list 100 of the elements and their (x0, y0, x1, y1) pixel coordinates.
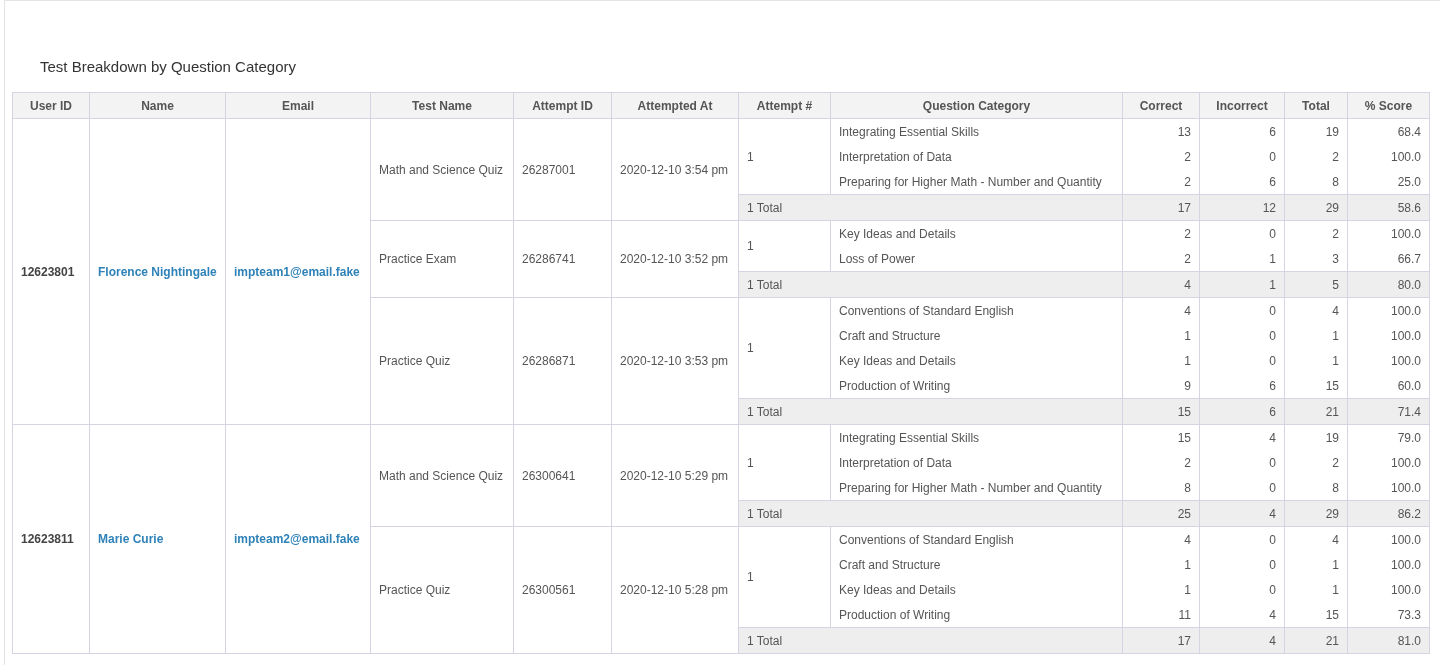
table-cell: 1 (1122, 323, 1200, 348)
table-cell: 4 (1284, 526, 1348, 552)
table-cell: 1 (738, 220, 831, 272)
table-cell: 17 (1122, 194, 1200, 221)
table-cell: 1 (738, 424, 831, 501)
subtotal-label: 1 Total (738, 500, 1123, 527)
subtotal-label: 1 Total (738, 271, 1123, 298)
table-cell: 4 (1284, 297, 1348, 323)
table-cell: 5 (1284, 271, 1348, 298)
table-cell: Interpretation of Data (830, 144, 1123, 169)
table-cell: 0 (1199, 577, 1285, 602)
table-cell: Practice Exam (370, 220, 514, 298)
table-cell: 0 (1199, 450, 1285, 475)
section-title: Test Breakdown by Question Category (39, 58, 297, 77)
table-cell: 1 (1199, 271, 1285, 298)
table-cell: 19 (1284, 424, 1348, 450)
table-cell: 21 (1284, 627, 1348, 654)
table-cell: 1 (1122, 552, 1200, 577)
table-cell: 100.0 (1347, 323, 1430, 348)
column-header: Attempt ID (513, 92, 612, 119)
table-cell: 0 (1199, 220, 1285, 246)
table-cell: Integrating Essential Skills (830, 424, 1123, 450)
table-cell: 79.0 (1347, 424, 1430, 450)
column-header: Total (1284, 92, 1348, 119)
table-cell: 26300561 (513, 526, 612, 654)
table-cell: 6 (1199, 118, 1285, 144)
table-cell: 2 (1284, 450, 1348, 475)
table-cell: 6 (1199, 398, 1285, 425)
user-name-link[interactable]: Marie Curie (98, 532, 164, 546)
subtotal-label: 1 Total (738, 398, 1123, 425)
table-cell: 0 (1199, 297, 1285, 323)
table-cell: Practice Quiz (370, 297, 514, 425)
table-cell: 4 (1199, 627, 1285, 654)
email-link[interactable]: impteam1@email.fake (234, 264, 360, 279)
table-cell: 2 (1284, 220, 1348, 246)
table-cell: Interpretation of Data (830, 450, 1123, 475)
column-header: Attempt # (738, 92, 831, 119)
table-cell: 29 (1284, 500, 1348, 527)
column-header: Email (225, 92, 371, 119)
table-cell: 2020-12-10 3:53 pm (611, 297, 739, 425)
table-cell: 4 (1122, 526, 1200, 552)
table-cell: 100.0 (1347, 144, 1430, 169)
table-cell: 2 (1122, 144, 1200, 169)
table-cell: 71.4 (1347, 398, 1430, 425)
table-cell: Conventions of Standard English (830, 297, 1123, 323)
column-header: Incorrect (1199, 92, 1285, 119)
table-cell: 86.2 (1347, 500, 1430, 527)
column-header: Test Name (370, 92, 514, 119)
table-cell: 1 (1122, 348, 1200, 373)
table-cell: 1 (738, 118, 831, 195)
table-cell: 26286871 (513, 297, 612, 425)
table-cell: 4 (1122, 297, 1200, 323)
table-cell: 1 (1284, 577, 1348, 602)
table-cell: 100.0 (1347, 552, 1430, 577)
table-cell: 12 (1199, 194, 1285, 221)
table-cell: 2020-12-10 5:28 pm (611, 526, 739, 654)
table-cell: Conventions of Standard English (830, 526, 1123, 552)
user-name-link[interactable]: Florence Nightingale (98, 264, 217, 279)
table-cell: 12623811 (12, 424, 90, 654)
table-cell: 100.0 (1347, 297, 1430, 323)
table-cell: 100.0 (1347, 526, 1430, 552)
table-cell: 80.0 (1347, 271, 1430, 298)
column-header: Question Category (830, 92, 1123, 119)
table-cell: 4 (1122, 271, 1200, 298)
table-cell: Craft and Structure (830, 552, 1123, 577)
email-link[interactable]: impteam2@email.fake (234, 532, 360, 546)
table-cell: 0 (1199, 348, 1285, 373)
table-cell: 1 (738, 297, 831, 399)
table-cell: 2020-12-10 3:54 pm (611, 118, 739, 221)
table-cell: 100.0 (1347, 348, 1430, 373)
table-cell: Key Ideas and Details (830, 577, 1123, 602)
table-cell: 13 (1122, 118, 1200, 144)
table-cell: 0 (1199, 144, 1285, 169)
table-cell: 0 (1199, 526, 1285, 552)
column-header: Attempted At (611, 92, 739, 119)
table-cell: Key Ideas and Details (830, 348, 1123, 373)
table-cell: 100.0 (1347, 577, 1430, 602)
table-cell: 2 (1284, 144, 1348, 169)
table-cell: 12623801 (12, 118, 90, 425)
table-cell: 1 (1284, 552, 1348, 577)
subtotal-label: 1 Total (738, 194, 1123, 221)
table-cell: 0 (1199, 323, 1285, 348)
subtotal-label: 1 Total (738, 627, 1123, 654)
table-cell: 25 (1122, 500, 1200, 527)
table-cell: Key Ideas and Details (830, 220, 1123, 246)
table-cell: 100.0 (1347, 220, 1430, 246)
table-cell: 26286741 (513, 220, 612, 298)
table-cell: 2020-12-10 3:52 pm (611, 220, 739, 298)
table-cell: 26300641 (513, 424, 612, 527)
table-cell: 58.6 (1347, 194, 1430, 221)
table-cell: 4 (1199, 424, 1285, 450)
table-cell: 17 (1122, 627, 1200, 654)
table-cell: 2 (1122, 450, 1200, 475)
table-cell: 1 (738, 526, 831, 628)
column-header: Name (89, 92, 226, 119)
table-cell: 68.4 (1347, 118, 1430, 144)
table-cell: 21 (1284, 398, 1348, 425)
table-cell: 29 (1284, 194, 1348, 221)
table-cell: 15 (1122, 398, 1200, 425)
column-header: % Score (1347, 92, 1430, 119)
